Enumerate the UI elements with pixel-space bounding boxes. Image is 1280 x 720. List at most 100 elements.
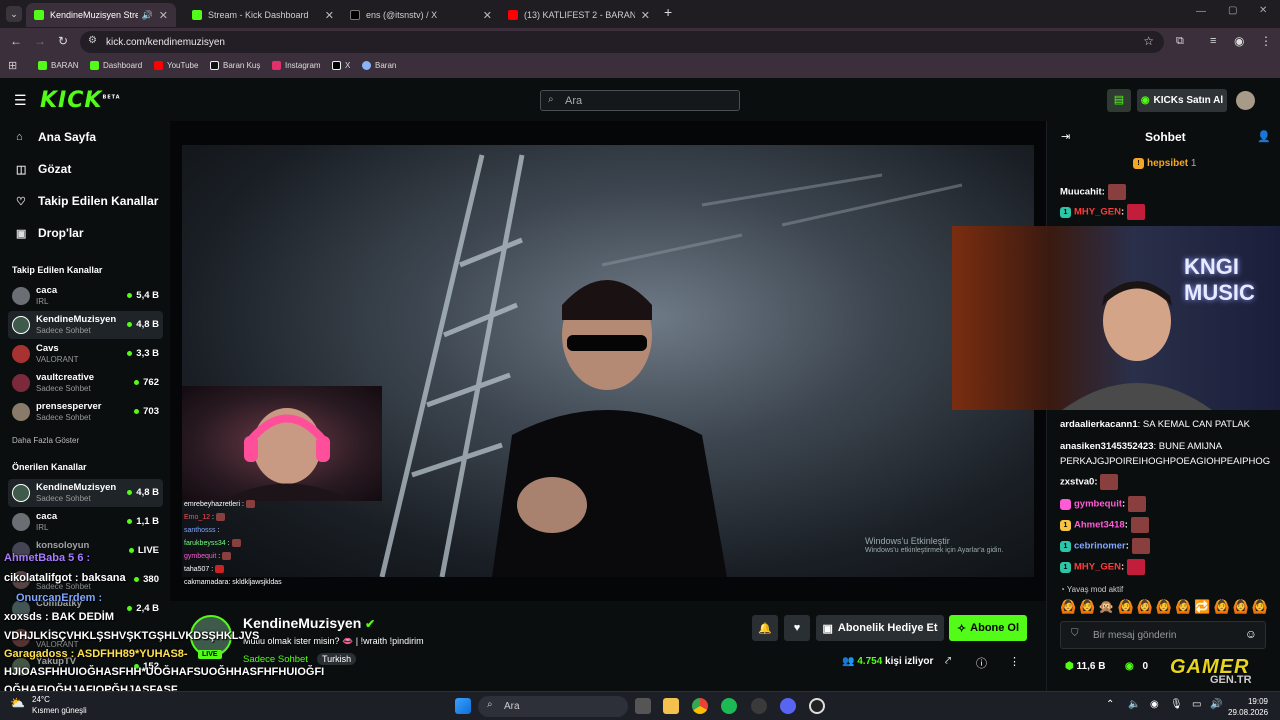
- tray-discord-icon[interactable]: ◉: [1150, 699, 1159, 710]
- chat-users-icon[interactable]: 👤: [1257, 130, 1271, 143]
- collapse-chat-icon[interactable]: ⇥: [1061, 130, 1070, 143]
- video-chat-line: Emo_12 :: [184, 511, 282, 524]
- user-avatar[interactable]: [1236, 91, 1255, 110]
- bookmark-baran-2[interactable]: Baran: [362, 61, 396, 70]
- task-view-icon[interactable]: [635, 698, 651, 714]
- obs-icon[interactable]: [809, 698, 825, 714]
- chat-user[interactable]: gymbequit: [1074, 499, 1122, 510]
- bookmark-tiktok[interactable]: Baran Kuş: [210, 61, 260, 70]
- apps-grid-icon[interactable]: ⊞: [8, 59, 17, 72]
- profile-icon[interactable]: ◉: [1234, 34, 1244, 48]
- kick-logo[interactable]: KICKBETA: [40, 88, 121, 113]
- tray-volume-icon[interactable]: 🔊: [1210, 699, 1222, 710]
- follow-heart-button[interactable]: ♥: [784, 615, 810, 641]
- windows-start-icon[interactable]: [455, 698, 471, 714]
- browser-tab-2[interactable]: ens (@itsnstv) / X ✕: [342, 3, 500, 27]
- subscribe-button[interactable]: ✧ Abone Ol: [949, 615, 1027, 641]
- followed-channel-vaultcreative[interactable]: vaultcreative Sadece Sohbet 762: [8, 369, 163, 397]
- buy-kicks-button[interactable]: ◉ KICKs Satın Al: [1137, 89, 1227, 112]
- browser-tab-3[interactable]: (13) KATLIFEST 2 - BARAN X KA ✕: [500, 3, 658, 27]
- bookmark-x[interactable]: X: [332, 61, 350, 70]
- close-tab-icon[interactable]: ✕: [159, 9, 168, 22]
- more-options-icon[interactable]: ⋮: [1009, 655, 1020, 668]
- search-input[interactable]: ⌕ Ara: [540, 90, 740, 111]
- bookmark-star-icon[interactable]: ☆: [1143, 34, 1154, 48]
- maximize-icon[interactable]: ▢: [1228, 5, 1237, 16]
- bookmark-youtube[interactable]: YouTube: [154, 61, 198, 70]
- discord-icon[interactable]: [780, 698, 796, 714]
- bookmark-dashboard[interactable]: Dashboard: [90, 61, 142, 70]
- tray-audio-icon[interactable]: 🔈: [1128, 699, 1140, 710]
- nav-drops[interactable]: ▣ Drop'lar: [16, 226, 84, 240]
- followed-channel-prensesperver[interactable]: prensesperver Sadece Sohbet 703: [8, 398, 163, 426]
- emote-icon: [231, 539, 241, 548]
- media-control-icon[interactable]: ≡: [1210, 35, 1216, 47]
- recommended-channel-kendinemuzisyen[interactable]: KendineMuzisyen Sadece Sohbet 4,8 B: [8, 479, 163, 507]
- weather-widget[interactable]: ⛅ 24°C Kısmen güneşli: [10, 694, 87, 716]
- chat-user[interactable]: anasiken3145352423: [1060, 441, 1154, 452]
- category-link[interactable]: Sadece Sohbet: [243, 654, 308, 665]
- chat-user[interactable]: ardaalierkacann1: [1060, 419, 1138, 430]
- language-tag[interactable]: Turkish: [317, 653, 357, 665]
- chat-user[interactable]: cebrinomer: [1074, 541, 1126, 552]
- minimize-icon[interactable]: —: [1196, 6, 1206, 17]
- chrome-icon[interactable]: [692, 698, 708, 714]
- hamburger-menu-icon[interactable]: ☰: [14, 92, 27, 109]
- browser-tab-0[interactable]: KendineMuzisyen Stream - 🔊 ✕: [26, 3, 176, 27]
- windows-activation-watermark: Windows'u Etkinleştir Windows'u etkinleş…: [865, 536, 1003, 556]
- wallet-button[interactable]: ▤: [1107, 89, 1131, 112]
- back-icon[interactable]: ←: [10, 34, 22, 48]
- channel-points[interactable]: ⬢ 11,6 B: [1065, 661, 1105, 672]
- close-tab-icon[interactable]: ✕: [641, 9, 650, 22]
- video-chat-line: taha507 :: [184, 563, 282, 576]
- kicks-balance[interactable]: ◉ 0: [1125, 661, 1148, 672]
- site-info-icon[interactable]: ⚙: [88, 35, 97, 46]
- speaker-icon[interactable]: 🔊: [142, 10, 153, 21]
- followed-channel-cavs[interactable]: Cavs VALORANT 3,3 B: [8, 340, 163, 368]
- chat-input[interactable]: ⛉ Bir mesaj gönderin ☺: [1060, 621, 1266, 649]
- channel-name[interactable]: KendineMuzisyen ✔: [243, 615, 375, 631]
- close-tab-icon[interactable]: ✕: [483, 9, 492, 22]
- close-window-icon[interactable]: ✕: [1259, 5, 1267, 16]
- show-more-link[interactable]: Daha Fazla Göster: [12, 436, 79, 445]
- url-input[interactable]: ⚙ kick.com/kendinemuzisyen ☆: [80, 31, 1164, 53]
- forward-icon[interactable]: →: [34, 34, 46, 48]
- bookmark-baran[interactable]: BARAN: [38, 61, 79, 70]
- chat-user[interactable]: Ahmet3418: [1074, 520, 1125, 531]
- menu-icon[interactable]: ⋮: [1260, 34, 1272, 48]
- chat-user[interactable]: MHY_GEN: [1074, 207, 1121, 218]
- taskbar-search[interactable]: ⌕ Ara: [478, 696, 628, 717]
- video-player[interactable]: emrebeyhazretleri : Emo_12 : santhosss :…: [170, 121, 1046, 601]
- share-icon[interactable]: ⤤: [945, 655, 951, 668]
- gift-sub-button[interactable]: ▣ Abonelik Hediye Et: [816, 615, 944, 641]
- chat-user[interactable]: zxstva0: [1060, 477, 1094, 488]
- spotify-icon[interactable]: [721, 698, 737, 714]
- followed-channel-caca[interactable]: caca IRL 5,4 B: [8, 282, 163, 310]
- tray-network-icon[interactable]: ▭: [1192, 699, 1201, 710]
- emoji-icon[interactable]: ☺: [1245, 627, 1257, 641]
- nav-following[interactable]: ♡ Takip Edilen Kanallar: [16, 194, 158, 208]
- tray-mic-icon[interactable]: 🎙: [1170, 699, 1183, 710]
- bookmark-instagram[interactable]: Instagram: [272, 61, 321, 70]
- chat-user[interactable]: MHY_GEN: [1074, 562, 1121, 573]
- close-tab-icon[interactable]: ✕: [325, 9, 334, 22]
- info-icon[interactable]: ⓘ: [976, 655, 987, 671]
- tray-chevron-icon[interactable]: ⌃: [1106, 699, 1114, 710]
- chat-user[interactable]: Muucahit: [1060, 187, 1102, 198]
- recommended-channel-caca[interactable]: caca IRL 1,1 B: [8, 508, 163, 536]
- browser-tab-1[interactable]: Stream - Kick Dashboard ✕: [184, 3, 342, 27]
- tab-search-button[interactable]: ⌄: [6, 6, 22, 22]
- nav-browse[interactable]: ◫ Gözat: [16, 162, 71, 176]
- pinned-gifter[interactable]: ! hepsibet 1: [1133, 158, 1196, 169]
- extensions-icon[interactable]: ⧉: [1176, 35, 1184, 48]
- followed-channel-kendinemuzisyen[interactable]: KendineMuzisyen Sadece Sohbet 4,8 B: [8, 311, 163, 339]
- obs-app-icon[interactable]: [751, 698, 767, 714]
- nav-home[interactable]: ⌂ Ana Sayfa: [16, 130, 96, 144]
- pinned-count: 1: [1190, 158, 1197, 170]
- sub-badge-icon: 1: [1060, 206, 1071, 218]
- reload-icon[interactable]: ↻: [58, 34, 68, 48]
- clock[interactable]: 19:09 29.08.2026: [1228, 696, 1268, 718]
- file-explorer-icon[interactable]: [663, 698, 679, 714]
- notification-bell-button[interactable]: 🔔: [752, 615, 778, 641]
- new-tab-button[interactable]: +: [664, 4, 672, 20]
